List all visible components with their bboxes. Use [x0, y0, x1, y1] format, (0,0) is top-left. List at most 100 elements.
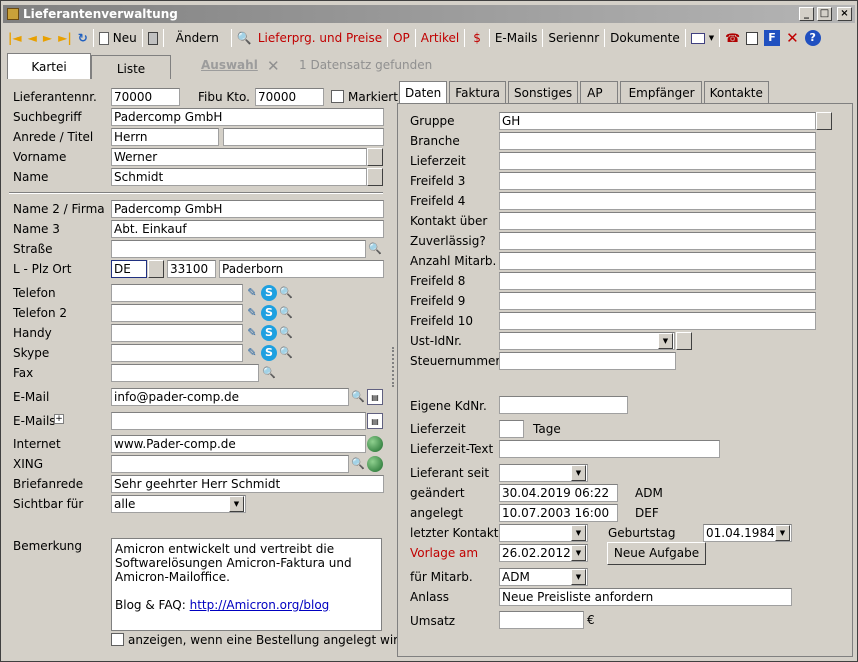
- new-button[interactable]: Neu: [96, 28, 140, 48]
- email-field[interactable]: info@pader-comp.de: [111, 388, 349, 406]
- skype-dial-icon[interactable]: ✎: [244, 345, 260, 361]
- tab-liste[interactable]: Liste: [91, 55, 171, 79]
- dollar-button[interactable]: $: [467, 28, 487, 48]
- tab-sonstiges[interactable]: Sonstiges: [508, 81, 579, 104]
- email-search-icon[interactable]: 🔍: [350, 389, 366, 405]
- bemerkung-link[interactable]: http://Amicron.org/blog: [190, 598, 330, 612]
- card-icon[interactable]: ▼: [688, 28, 717, 48]
- email-compose-icon[interactable]: ▤: [367, 389, 383, 405]
- lieferprg-button[interactable]: Lieferprg. und Preise: [255, 28, 385, 48]
- emails-expand-icon[interactable]: +: [54, 414, 64, 424]
- ustid-select[interactable]: [499, 332, 675, 350]
- splitter[interactable]: [392, 347, 394, 387]
- lieferzeit2-field[interactable]: [499, 420, 524, 438]
- ort-field[interactable]: Paderborn: [219, 260, 384, 278]
- name2-field[interactable]: Padercomp GmbH: [111, 200, 384, 218]
- vorlage-dropdown-icon[interactable]: ▼: [571, 545, 586, 561]
- zuverlaessig-field[interactable]: [499, 232, 816, 250]
- prev-record-icon[interactable]: ◄: [25, 28, 40, 48]
- xing-field[interactable]: [111, 455, 349, 473]
- lieferzeit-field[interactable]: [499, 152, 816, 170]
- angelegt-field[interactable]: 10.07.2003 16:00: [499, 504, 618, 522]
- emails-compose-icon[interactable]: ▤: [367, 413, 383, 429]
- kontakt-field[interactable]: [499, 212, 816, 230]
- suchbegriff-field[interactable]: Padercomp GmbH: [111, 108, 384, 126]
- last-record-icon[interactable]: ►|: [55, 28, 75, 48]
- op-button[interactable]: OP: [390, 28, 413, 48]
- telefon2-dial-icon[interactable]: ✎: [244, 305, 260, 321]
- telefon2-skype-icon[interactable]: S: [261, 305, 277, 321]
- search-icon[interactable]: 🔍: [234, 28, 255, 48]
- close-button[interactable]: ×: [837, 7, 852, 21]
- artikel-button[interactable]: Artikel: [418, 28, 462, 48]
- strasse-field[interactable]: [111, 240, 366, 258]
- telefon-dial-icon[interactable]: ✎: [244, 285, 260, 301]
- refresh-icon[interactable]: ↻: [75, 28, 91, 48]
- land-field[interactable]: DE: [111, 260, 147, 278]
- bemerkung-memo[interactable]: Amicron entwickelt und vertreibt die Sof…: [111, 538, 382, 631]
- telefon-field[interactable]: [111, 284, 243, 302]
- freifeld3-field[interactable]: [499, 172, 816, 190]
- umsatz-field[interactable]: [499, 611, 584, 629]
- handy-field[interactable]: [111, 324, 243, 342]
- next-record-icon[interactable]: ►: [40, 28, 55, 48]
- titel-field[interactable]: [223, 128, 384, 146]
- edit-button[interactable]: Ändern: [166, 28, 229, 48]
- skype-search-icon[interactable]: 🔍: [278, 345, 294, 361]
- handy-skype-icon[interactable]: S: [261, 325, 277, 341]
- strasse-search-icon[interactable]: 🔍: [367, 241, 383, 257]
- handy-search-icon[interactable]: 🔍: [278, 325, 294, 341]
- land-button[interactable]: [148, 260, 164, 278]
- freifeld9-field[interactable]: [499, 292, 816, 310]
- auswahl-button[interactable]: Auswahl: [201, 58, 258, 72]
- freifeld8-field[interactable]: [499, 272, 816, 290]
- anrede-field[interactable]: Herrn: [111, 128, 219, 146]
- telefon2-field[interactable]: [111, 304, 243, 322]
- letzter-dropdown-icon[interactable]: ▼: [571, 525, 586, 541]
- vorname-button[interactable]: [367, 148, 383, 166]
- name-field[interactable]: Schmidt: [111, 168, 367, 186]
- anzeigen-checkbox[interactable]: [111, 633, 124, 646]
- freifeld4-field[interactable]: [499, 192, 816, 210]
- lieferantseit-dropdown-icon[interactable]: ▼: [571, 465, 586, 481]
- phone-icon[interactable]: ☎: [722, 28, 743, 48]
- skype-skype-icon[interactable]: S: [261, 345, 277, 361]
- briefanrede-field[interactable]: Sehr geehrter Herr Schmidt: [111, 475, 384, 493]
- dokumente-button[interactable]: Dokumente: [607, 28, 683, 48]
- markiert-checkbox[interactable]: [331, 90, 344, 103]
- sichtbar-dropdown-icon[interactable]: ▼: [229, 496, 244, 512]
- first-record-icon[interactable]: |◄: [5, 28, 25, 48]
- clear-selection-icon[interactable]: ✕: [267, 57, 280, 75]
- tab-faktura[interactable]: Faktura: [449, 81, 506, 104]
- gruppe-field[interactable]: GH: [499, 112, 816, 130]
- vorname-field[interactable]: Werner: [111, 148, 367, 166]
- tab-ap[interactable]: AP: [580, 81, 618, 104]
- anlass-field[interactable]: Neue Preisliste anfordern: [499, 588, 792, 606]
- ustid-button[interactable]: [676, 332, 692, 350]
- fibu-field[interactable]: 70000: [255, 88, 324, 106]
- geaendert-field[interactable]: 30.04.2019 06:22: [499, 484, 618, 502]
- xing-search-icon[interactable]: 🔍: [350, 456, 366, 472]
- eigene-field[interactable]: [499, 396, 628, 414]
- maximize-button[interactable]: □: [817, 7, 832, 21]
- help-icon[interactable]: ?: [802, 28, 824, 48]
- tab-kartei[interactable]: Kartei: [7, 53, 91, 79]
- handy-dial-icon[interactable]: ✎: [244, 325, 260, 341]
- emails-field[interactable]: [111, 412, 366, 430]
- delete-button[interactable]: [145, 28, 161, 48]
- minimize-button[interactable]: _: [799, 7, 814, 21]
- copy-icon[interactable]: [743, 28, 761, 48]
- internet-field[interactable]: www.Pader-comp.de: [111, 435, 366, 453]
- anzahl-field[interactable]: [499, 252, 816, 270]
- tab-empfaenger[interactable]: Empfänger: [619, 81, 702, 104]
- internet-globe-icon[interactable]: [367, 436, 383, 452]
- mitarb-dropdown-icon[interactable]: ▼: [571, 569, 586, 585]
- neue-aufgabe-button[interactable]: Neue Aufgabe: [607, 542, 706, 565]
- tab-kontakte[interactable]: Kontakte: [703, 81, 769, 104]
- sichtbar-select[interactable]: alle: [111, 495, 246, 513]
- plz-field[interactable]: 33100: [167, 260, 216, 278]
- xing-globe-icon[interactable]: [367, 456, 383, 472]
- skype-field[interactable]: [111, 344, 243, 362]
- name3-field[interactable]: Abt. Einkauf: [111, 220, 384, 238]
- geburtstag-dropdown-icon[interactable]: ▼: [775, 525, 790, 541]
